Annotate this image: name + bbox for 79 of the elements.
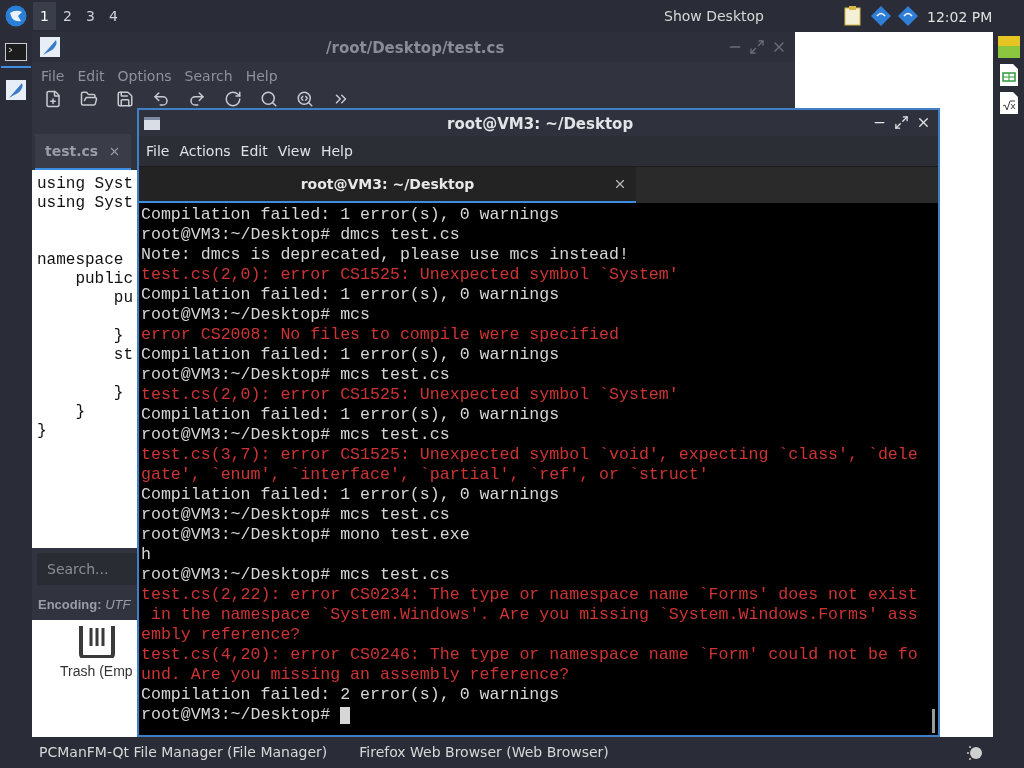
network-icon[interactable]	[871, 6, 891, 26]
menu-item[interactable]: File	[36, 65, 70, 87]
spreadsheet-icon[interactable]	[999, 64, 1018, 86]
file-tab[interactable]: test.cs	[35, 134, 131, 170]
taskbar-task[interactable]: PCManFM-Qt File Manager (File Manager)	[39, 742, 328, 763]
menu-item[interactable]: Options	[112, 65, 177, 87]
menu-item[interactable]: Edit	[235, 140, 273, 162]
terminal-line: test.cs(4,20): error CS0246: The type or namespace name `Form' could not be fo	[141, 645, 918, 665]
encoding-status: Encoding: UTF	[38, 596, 131, 615]
terminal-line: Compilation failed: 1 error(s), 0 warnings	[141, 405, 560, 425]
terminal-line: root@VM3:~/Desktop# mcs test.cs	[141, 365, 450, 385]
terminal-line: test.cs(2,22): error CS0234: The type or namespace name `Forms' does not exist	[141, 585, 918, 605]
terminal-line: Compilation failed: 2 error(s), 0 warnings	[141, 685, 560, 705]
terminal-line: in the namespace `System.Windows'. Are you missing `System.Windows.Forms' ass	[149, 605, 918, 625]
menu-item[interactable]: View	[272, 140, 316, 162]
search-icon[interactable]	[260, 90, 278, 108]
trash-icon[interactable]	[79, 624, 115, 658]
window-icon	[144, 116, 160, 130]
workspace-button[interactable]: 1	[33, 2, 56, 30]
feather-icon	[40, 37, 60, 57]
terminal-line: Compilation failed: 1 error(s), 0 warnings	[141, 345, 560, 365]
maximize-icon[interactable]	[894, 115, 909, 130]
menu-logo-icon[interactable]	[5, 5, 27, 27]
menu-item[interactable]: Actions	[174, 140, 236, 162]
terminal-line: root@VM3:~/Desktop# mcs test.cs	[141, 425, 450, 445]
terminal-line: h	[141, 545, 151, 565]
replace-icon[interactable]	[296, 90, 314, 108]
terminal-output[interactable]	[139, 203, 938, 735]
menu-item[interactable]: Edit	[72, 65, 110, 87]
terminal-line: Compilation failed: 1 error(s), 0 warnings	[141, 205, 560, 225]
taskbar-task[interactable]: Firefox Web Browser (Web Browser)	[359, 742, 609, 763]
terminal-line: test.cs(3,7): error CS1525: Unexpected symbol `void', expecting `class', `dele	[141, 445, 918, 465]
window-title: /root/Desktop/test.cs	[326, 38, 505, 59]
terminal-line: root@VM3:~/Desktop#	[141, 705, 331, 725]
folder-icon[interactable]	[80, 90, 98, 108]
menu-item[interactable]: Search	[179, 65, 238, 87]
workspace-button[interactable]: 3	[79, 2, 102, 30]
terminal-icon	[5, 43, 27, 61]
network-icon[interactable]	[898, 6, 918, 26]
terminal-line: root@VM3:~/Desktop# mcs	[141, 305, 371, 325]
terminal-line: root@VM3:~/Desktop# mcs test.cs	[141, 565, 450, 585]
new-file-icon[interactable]	[44, 90, 62, 108]
save-icon[interactable]	[116, 90, 134, 108]
code-editor[interactable]: using Syst using Syst namespace public pu } st } } }	[32, 170, 137, 548]
terminal-line: Compilation failed: 1 error(s), 0 warnings	[141, 285, 560, 305]
formula-document-icon[interactable]	[999, 92, 1018, 114]
brightness-icon[interactable]	[966, 744, 984, 762]
terminal-line: Compilation failed: 1 error(s), 0 warnings	[141, 485, 560, 505]
terminal-line: Note: dmcs is deprecated, please use mcs instead!	[141, 245, 629, 265]
close-icon[interactable]	[613, 177, 627, 191]
workspace-button[interactable]: 4	[102, 2, 125, 30]
qt-app-icon[interactable]	[997, 36, 1020, 58]
code-text: using Syst using Syst namespace public pu } st } } }	[37, 175, 133, 441]
terminal-line: error CS2008: No files to compile were specified	[141, 325, 619, 345]
reload-icon[interactable]	[224, 90, 242, 108]
search-field[interactable]: Search...	[37, 553, 137, 585]
close-icon[interactable]	[916, 115, 931, 130]
clock[interactable]: 12:02 PM	[927, 7, 993, 28]
desktop-icon-label[interactable]: Trash (Emp	[60, 661, 133, 682]
menu-item[interactable]: File	[141, 140, 175, 162]
terminal-line: embly reference?	[141, 625, 301, 645]
terminal-line: test.cs(2,0): error CS1525: Unexpected symbol `System'	[141, 385, 679, 405]
clipboard-icon[interactable]	[844, 6, 862, 26]
menu-item[interactable]: Help	[240, 65, 283, 87]
terminal-line: root@VM3:~/Desktop# mono test.exe	[141, 525, 470, 545]
terminal-line: root@VM3:~/Desktop# dmcs test.cs	[141, 225, 460, 245]
terminal-line: root@VM3:~/Desktop# mcs test.cs	[141, 505, 450, 525]
workspace-button[interactable]: 2	[56, 2, 79, 30]
show-desktop-button[interactable]: Show Desktop	[664, 6, 764, 27]
redo-icon[interactable]	[188, 90, 206, 108]
terminal-tab[interactable]: root@VM3: ~/Desktop	[139, 167, 636, 203]
undo-icon[interactable]	[152, 90, 170, 108]
menu-item[interactable]: Help	[315, 140, 358, 162]
terminal-line: gate', `enum', `interface', `partial', `ref', or `struct'	[141, 465, 709, 485]
terminal-line: test.cs(2,0): error CS1525: Unexpected symbol `System'	[141, 265, 679, 285]
window-title: root@VM3: ~/Desktop	[447, 114, 634, 135]
scrollbar[interactable]	[932, 709, 935, 733]
terminal-line: und. Are you missing an assembly reference?	[141, 665, 570, 685]
feather-icon	[6, 80, 26, 100]
